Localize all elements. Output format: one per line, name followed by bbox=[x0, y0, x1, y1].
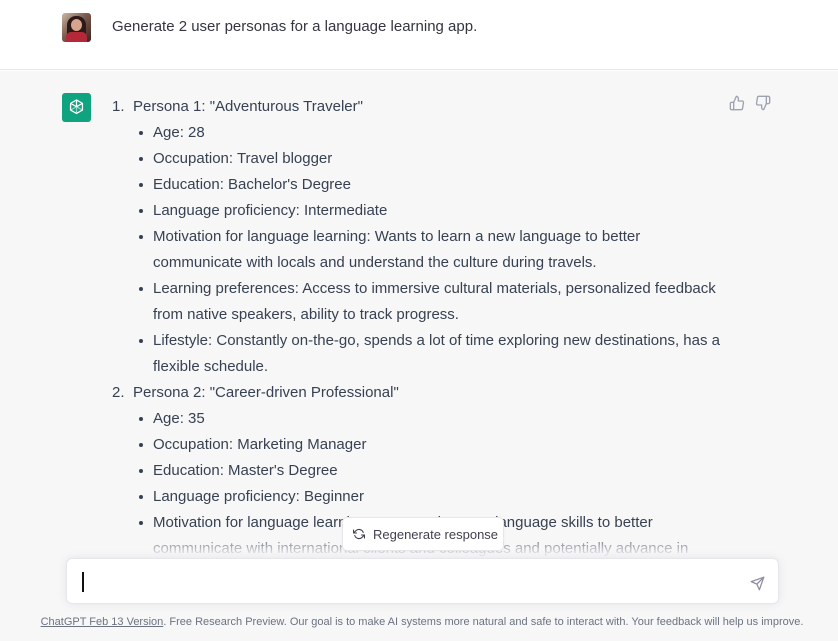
version-link[interactable]: ChatGPT Feb 13 Version bbox=[41, 616, 164, 628]
user-message-row: Generate 2 user personas for a language … bbox=[0, 0, 838, 70]
list-item: Motivation for language learning: Wants … bbox=[139, 224, 732, 276]
list-item: Education: Master's Degree bbox=[139, 458, 732, 484]
message-composer[interactable] bbox=[66, 558, 779, 604]
persona-heading: 1. Persona 1: "Adventurous Traveler" bbox=[112, 94, 732, 120]
persona-attribute-list: Age: 28 Occupation: Travel blogger Educa… bbox=[112, 120, 732, 380]
send-button[interactable] bbox=[747, 573, 767, 593]
list-item: Language proficiency: Intermediate bbox=[139, 198, 732, 224]
regenerate-response-button[interactable]: Regenerate response bbox=[342, 517, 504, 551]
footer-text: . Free Research Preview. Our goal is to … bbox=[163, 616, 804, 628]
send-icon bbox=[750, 576, 764, 590]
list-item: Language proficiency: Beginner bbox=[139, 484, 732, 510]
list-number: 1. bbox=[112, 98, 125, 115]
user-avatar bbox=[62, 13, 91, 42]
persona-heading: 2. Persona 2: "Career-driven Professiona… bbox=[112, 380, 732, 406]
list-item: Age: 28 bbox=[139, 120, 732, 146]
user-message-text: Generate 2 user personas for a language … bbox=[112, 18, 478, 35]
regenerate-label: Regenerate response bbox=[373, 526, 499, 542]
thumbs-down-icon bbox=[755, 95, 771, 111]
list-item: Age: 35 bbox=[139, 406, 732, 432]
list-item: Occupation: Travel blogger bbox=[139, 146, 732, 172]
text-caret bbox=[82, 572, 84, 592]
refresh-icon bbox=[353, 528, 365, 540]
list-item: Learning preferences: Access to immersiv… bbox=[139, 276, 732, 328]
list-number: 2. bbox=[112, 384, 125, 401]
list-item: Lifestyle: Constantly on-the-go, spends … bbox=[139, 328, 732, 380]
thumbs-down-button[interactable] bbox=[755, 95, 771, 111]
list-item: Occupation: Marketing Manager bbox=[139, 432, 732, 458]
message-input[interactable] bbox=[87, 559, 737, 603]
assistant-message-content: 1. Persona 1: "Adventurous Traveler" Age… bbox=[112, 94, 732, 562]
openai-logo-icon bbox=[62, 93, 91, 122]
persona-title: Persona 1: "Adventurous Traveler" bbox=[133, 98, 363, 115]
footer-disclaimer: ChatGPT Feb 13 Version. Free Research Pr… bbox=[0, 614, 838, 630]
list-item: Education: Bachelor's Degree bbox=[139, 172, 732, 198]
persona-title: Persona 2: "Career-driven Professional" bbox=[133, 384, 399, 401]
